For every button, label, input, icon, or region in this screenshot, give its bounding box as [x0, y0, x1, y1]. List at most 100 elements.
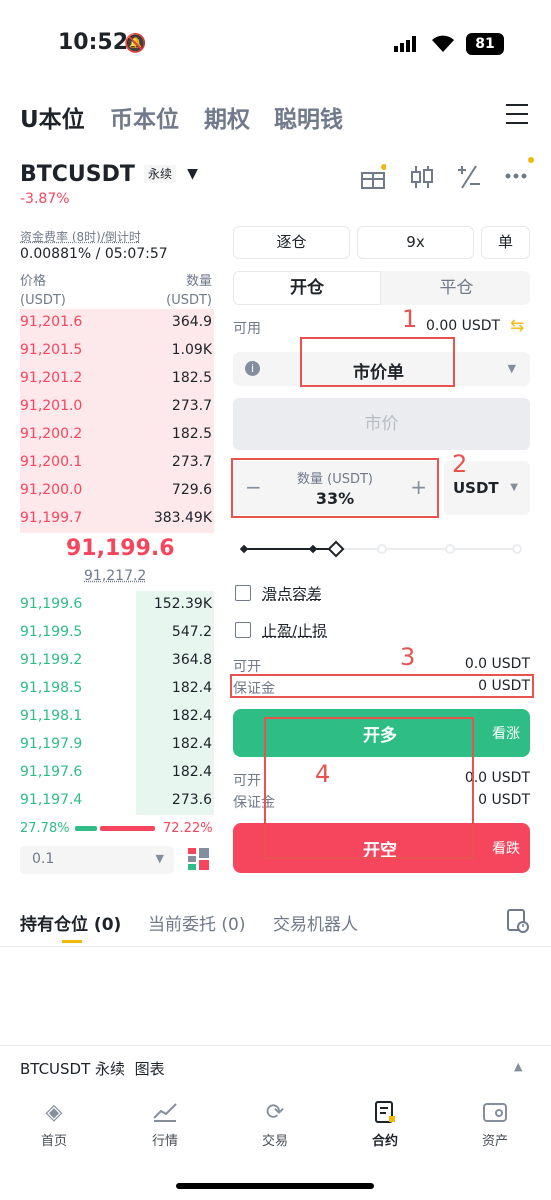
tpsl-label: 止盈/止损	[262, 622, 328, 640]
slippage-label: 滑点容差	[262, 585, 323, 603]
divider	[0, 946, 551, 947]
price-input[interactable]: 市价	[233, 398, 530, 450]
menu-icon[interactable]	[506, 104, 528, 124]
annotation-2: 2	[452, 450, 468, 478]
tab-usdt-m[interactable]: U本位	[20, 100, 85, 134]
row-qty: 152.39K	[153, 596, 212, 612]
symbol-selector[interactable]: BTCUSDT 永续 ▼	[20, 162, 198, 187]
row-price: 91,199.7	[20, 510, 83, 526]
chart-bar[interactable]: BTCUSDT 永续 图表	[20, 1058, 165, 1079]
caret-down-icon: ▼	[507, 362, 516, 375]
row-qty: 182.4	[171, 680, 212, 696]
ask-row[interactable]: 91,199.7 383.49K	[20, 505, 214, 533]
row-qty: 383.49K	[153, 510, 212, 526]
row-qty: 729.6	[171, 482, 212, 498]
caret-down-icon: ▼	[510, 482, 518, 493]
nav-home[interactable]: ◈ 首页	[19, 1100, 89, 1149]
bid-row[interactable]: 91,198.1 182.4	[20, 703, 214, 731]
available-label: 可用	[233, 321, 261, 337]
home-indicator	[176, 1183, 374, 1189]
annotation-1: 1	[402, 305, 418, 333]
highlight-margin	[230, 674, 534, 698]
ask-row[interactable]: 91,200.2 182.5	[20, 421, 214, 449]
nav-assets[interactable]: 资产	[460, 1100, 530, 1149]
row-price: 91,201.6	[20, 314, 83, 330]
bid-row[interactable]: 91,197.9 182.4	[20, 731, 214, 759]
chevron-up-icon[interactable]: ▲	[514, 1060, 522, 1073]
row-price: 91,199.5	[20, 624, 83, 640]
wallet-icon	[460, 1100, 530, 1130]
ask-row[interactable]: 91,201.2 182.5	[20, 365, 214, 393]
row-qty: 1.09K	[171, 342, 212, 358]
row-price: 91,200.0	[20, 482, 83, 498]
row-qty: 182.4	[171, 736, 212, 752]
tab-close[interactable]: 平仓	[383, 271, 530, 305]
tab-trading-bots[interactable]: 交易机器人	[273, 910, 358, 935]
bid-row[interactable]: 91,197.6 182.4	[20, 759, 214, 787]
price-label: 价格	[20, 274, 47, 289]
row-qty: 273.6	[171, 792, 212, 808]
signal-icon	[394, 36, 418, 52]
row-price: 91,200.2	[20, 426, 83, 442]
nav-markets[interactable]: 行情	[130, 1100, 200, 1149]
row-qty: 182.4	[171, 708, 212, 724]
home-icon: ◈	[45, 1100, 63, 1125]
long-hint: 看涨	[492, 726, 520, 742]
depth-select[interactable]: 0.1 ▼	[20, 846, 174, 874]
transfer-icon[interactable]: ⇆	[510, 316, 524, 336]
tab-positions[interactable]: 持有仓位 (0)	[20, 910, 121, 935]
max-open-value-2: 0.0 USDT	[464, 770, 530, 786]
nav-trade[interactable]: ⟳ 交易	[240, 1100, 310, 1149]
slippage-checkbox[interactable]	[235, 585, 251, 601]
row-price: 91,199.6	[20, 596, 83, 612]
row-price: 91,201.5	[20, 342, 83, 358]
quantity-slider[interactable]	[239, 540, 522, 558]
candlestick-icon[interactable]	[410, 164, 434, 194]
bid-row[interactable]: 91,199.2 364.8	[20, 647, 214, 675]
mark-price: 91,217.2	[84, 568, 147, 584]
position-mode-button[interactable]: 单	[481, 226, 530, 259]
highlight-order-type	[300, 337, 455, 387]
row-qty: 182.5	[171, 426, 212, 442]
ask-row[interactable]: 91,200.1 273.7	[20, 449, 214, 477]
ask-row[interactable]: 91,201.0 273.7	[20, 393, 214, 421]
more-icon[interactable]	[504, 156, 536, 190]
leverage-button[interactable]: 9x	[357, 226, 474, 259]
tab-smart-money[interactable]: 聪明钱	[274, 100, 343, 134]
price-header: 价格 (USDT)	[20, 272, 66, 310]
open-close-tabs: 开仓 平仓	[233, 271, 530, 305]
tab-indicator	[62, 940, 82, 943]
nav-futures[interactable]: 合约	[350, 1100, 420, 1149]
ask-row[interactable]: 91,201.5 1.09K	[20, 337, 214, 365]
annotation-4: 4	[315, 760, 331, 788]
nav-futures-label: 合约	[371, 1134, 398, 1149]
bid-row[interactable]: 91,199.5 547.2	[20, 619, 214, 647]
ask-row[interactable]: 91,201.6 364.9	[20, 309, 214, 337]
tab-coin-m[interactable]: 币本位	[110, 100, 179, 134]
tab-options[interactable]: 期权	[204, 100, 250, 134]
orderbook-layout-icon[interactable]	[188, 848, 210, 874]
history-icon[interactable]	[506, 908, 530, 938]
tab-open-orders[interactable]: 当前委托 (0)	[148, 910, 245, 935]
leverage-label: 9x	[406, 233, 425, 251]
bid-row[interactable]: 91,198.5 182.4	[20, 675, 214, 703]
last-price[interactable]: 91,199.6	[66, 536, 175, 561]
bid-row[interactable]: 91,197.4 273.6	[20, 787, 214, 815]
chart-bar-divider	[0, 1045, 551, 1046]
tab-open[interactable]: 开仓	[233, 271, 381, 305]
margin-mode-button[interactable]: 逐仓	[233, 226, 350, 259]
ask-row[interactable]: 91,200.0 729.6	[20, 477, 214, 505]
symbol-name: BTCUSDT	[20, 162, 135, 187]
nav-home-label: 首页	[40, 1134, 67, 1149]
price-unit: (USDT)	[20, 293, 66, 308]
tpsl-checkbox[interactable]	[235, 622, 251, 638]
annotation-3: 3	[400, 643, 416, 671]
row-price: 91,201.0	[20, 398, 83, 414]
status-time: 10:52	[58, 30, 129, 55]
bid-row[interactable]: 91,199.6 152.39K	[20, 591, 214, 619]
calculator-icon[interactable]	[456, 164, 482, 194]
info-icon[interactable]: i	[245, 361, 260, 376]
margin-value-2: 0 USDT	[478, 792, 530, 808]
wifi-icon	[430, 34, 456, 58]
gift-icon[interactable]	[360, 164, 387, 194]
